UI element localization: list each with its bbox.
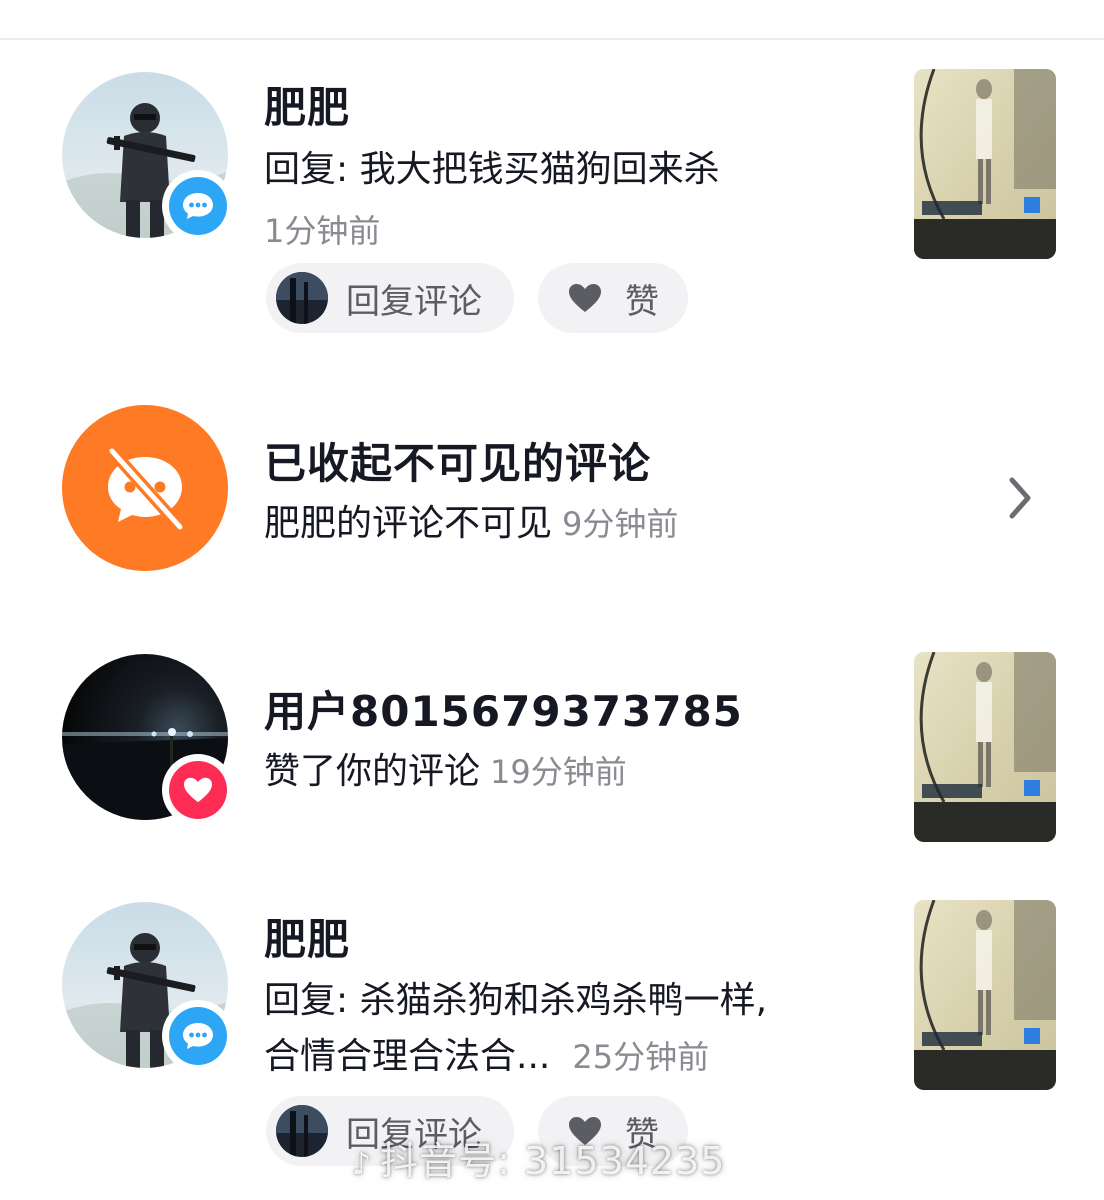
- comment-badge: [162, 1000, 234, 1072]
- my-avatar: [276, 272, 328, 324]
- comment-bubble-icon: [183, 193, 213, 219]
- watermark: ♪ 抖音号: 31534235: [352, 1130, 725, 1185]
- douyin-logo-icon: ♪: [352, 1147, 373, 1182]
- heart-icon: [569, 284, 601, 312]
- timestamp: 9分钟前: [562, 505, 679, 543]
- video-thumbnail[interactable]: [914, 900, 1056, 1090]
- heart-icon: [184, 777, 212, 803]
- video-thumbnail-image: [914, 69, 1056, 259]
- comment-badge: [162, 170, 234, 242]
- reply-text-line2: 合情合理合法合...: [264, 1036, 551, 1077]
- like-label: 赞: [625, 281, 659, 322]
- reply-text-line1: 回复: 杀猫杀狗和杀鸡杀鸭一样,: [264, 980, 768, 1021]
- avatar-night-image: [276, 1105, 328, 1157]
- reply-text: 回复: 我大把钱买猫狗回来杀: [264, 149, 720, 190]
- like-badge: [162, 754, 234, 826]
- like-text-line: 赞了你的评论 19分钟前: [264, 745, 627, 799]
- hidden-comment-icon: [62, 405, 228, 571]
- comment-bubble-icon: [183, 1023, 213, 1049]
- avatar-night-image: [276, 272, 328, 324]
- collapsed-text-line: 肥肥的评论不可见 9分钟前: [264, 497, 678, 551]
- watermark-text: 抖音号: 31534235: [380, 1139, 726, 1183]
- username[interactable]: 肥肥: [264, 906, 350, 967]
- timestamp: 1分钟前: [264, 212, 381, 250]
- like-text: 赞了你的评论: [264, 751, 481, 792]
- reply-text-line2-row: 合情合理合法合... 25分钟前: [264, 1030, 709, 1084]
- collapsed-title: 已收起不可见的评论: [264, 439, 652, 488]
- video-thumbnail[interactable]: [914, 652, 1056, 842]
- timestamp: 25分钟前: [572, 1038, 710, 1076]
- username[interactable]: 用户8015679373785: [264, 678, 743, 739]
- username[interactable]: 肥肥: [264, 74, 350, 135]
- video-thumbnail-image: [914, 900, 1056, 1090]
- like-button[interactable]: 赞: [538, 263, 688, 333]
- video-thumbnail[interactable]: [914, 69, 1056, 259]
- reply-comment-label: 回复评论: [346, 281, 482, 322]
- timestamp: 19分钟前: [490, 753, 627, 791]
- top-divider: [0, 38, 1104, 40]
- chevron-right-icon[interactable]: [1000, 474, 1040, 522]
- video-thumbnail-image: [914, 652, 1056, 842]
- my-avatar: [276, 1105, 328, 1157]
- reply-comment-button[interactable]: 回复评论: [266, 263, 514, 333]
- collapsed-text: 肥肥的评论不可见: [264, 503, 553, 544]
- hidden-comment-avatar: [62, 405, 228, 571]
